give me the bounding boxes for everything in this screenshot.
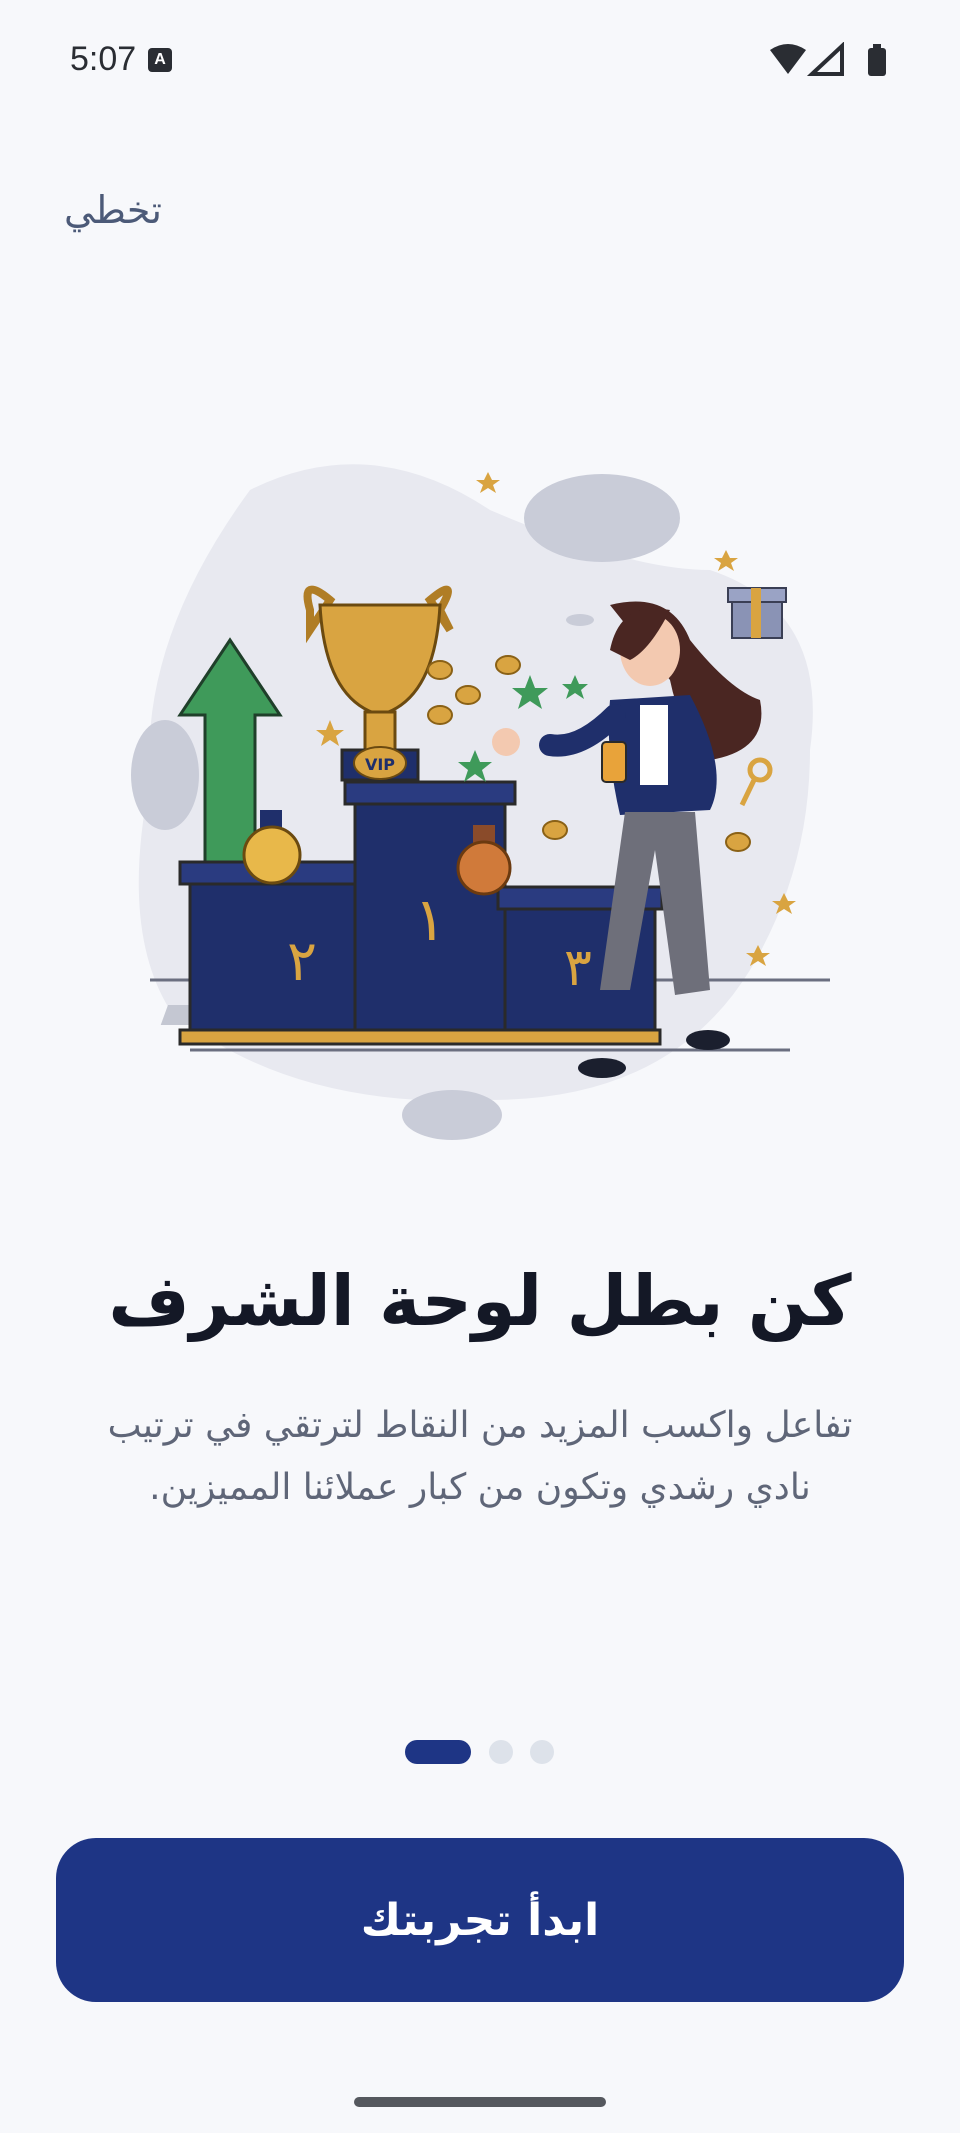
skip-button[interactable]: تخطي (64, 188, 162, 232)
gift-icon (727, 587, 787, 639)
home-indicator[interactable] (354, 2097, 606, 2107)
battery-icon (868, 44, 886, 76)
trophy-vip-label: VIP (365, 755, 395, 774)
status-time: 5:07 (70, 40, 137, 78)
leaderboard-illustration: ١ ٢ ٣ VIP (131, 464, 830, 1140)
status-bar: 5:07 A (0, 0, 960, 120)
podium-second-label: ٢ (287, 929, 317, 994)
onboarding-description: تفاعل واكسب المزيد من النقاط لترتقي في ت… (107, 1405, 853, 1508)
status-icons (770, 42, 886, 76)
page-indicator (405, 1740, 565, 1764)
page-dot (489, 1740, 513, 1764)
podium-third-label: ٣ (564, 938, 592, 998)
podium-first-label: ١ (414, 885, 446, 955)
page-dot (530, 1740, 554, 1764)
cellular-signal-icon (806, 42, 844, 76)
page-dot-active (405, 1740, 471, 1764)
start-experience-button[interactable]: ابدأ تجربتك (56, 1838, 904, 2002)
wifi-icon (770, 44, 806, 74)
onboarding-title: كن بطل لوحة الشرف (108, 1260, 852, 1342)
notification-app-icon: A (148, 48, 172, 72)
